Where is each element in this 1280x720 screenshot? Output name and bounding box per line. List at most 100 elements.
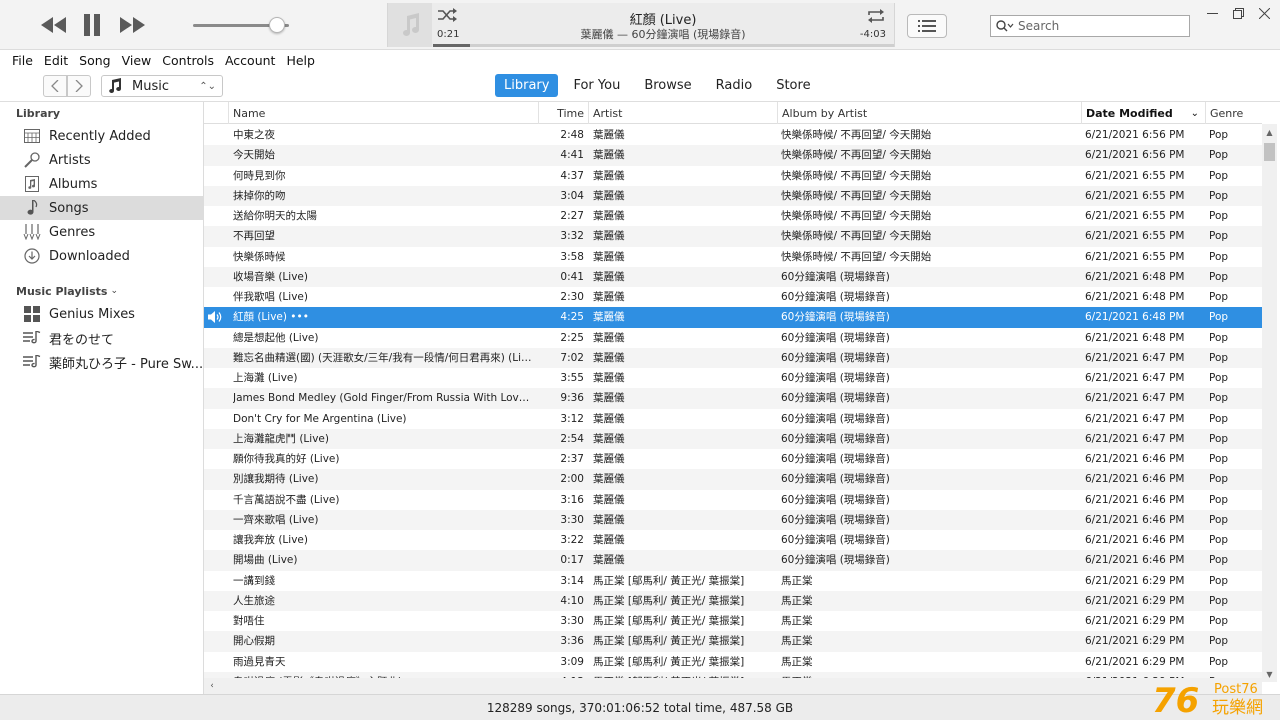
table-row[interactable]: 難忘名曲精選(國) (天涯歌女/三年/我有一段情/何日君再來) (Live) 7… — [204, 347, 1262, 368]
table-row[interactable]: 上海灘 (Live) 3:55 葉麗儀 60分鐘演唱 (現場錄音) 6/21/2… — [204, 368, 1262, 388]
horizontal-scrollbar[interactable]: ‹ — [204, 678, 1262, 694]
next-track-button[interactable] — [116, 12, 148, 38]
table-row[interactable]: 千言萬語說不盡 (Live) 3:16 葉麗儀 60分鐘演唱 (現場錄音) 6/… — [204, 490, 1262, 510]
volume-slider-knob[interactable] — [269, 17, 286, 33]
table-row[interactable]: 一齊來歌唱 (Live) 3:30 葉麗儀 60分鐘演唱 (現場錄音) 6/21… — [204, 509, 1262, 530]
song-name: 別讓我期待 (Live) — [233, 473, 319, 486]
song-album: 60分鐘演唱 (現場錄音) — [781, 493, 890, 506]
song-artist: 葉麗儀 — [593, 169, 625, 182]
menu-help[interactable]: Help — [286, 53, 315, 68]
song-album: 馬正棠 — [781, 615, 813, 627]
back-button[interactable] — [43, 75, 67, 97]
sidebar-item-label: Songs — [49, 200, 89, 216]
column-header-genre[interactable]: Genre — [1205, 102, 1262, 124]
media-type-selector[interactable]: Music ⌃⌄ — [101, 75, 223, 97]
sidebar-item-genius-mixes[interactable]: Genius Mixes — [0, 302, 203, 326]
repeat-icon[interactable] — [866, 8, 886, 27]
tab-library[interactable]: Library — [495, 74, 559, 97]
column-header-album-by-artist[interactable]: Album by Artist — [777, 102, 1081, 124]
table-row[interactable]: 抹掉你的吻 3:04 葉麗儀 快樂係時候/ 不再回望/ 今天開始 6/21/20… — [204, 185, 1262, 206]
song-genre: Pop — [1209, 189, 1229, 202]
scrollbar-thumb[interactable] — [1264, 143, 1275, 161]
sidebar-playlists-header[interactable]: Music Playlists ⌄ — [0, 280, 203, 302]
sidebar-item-playlist[interactable]: 薬師丸ひろ子 - Pure Sw... — [0, 350, 203, 374]
song-name: 抹掉你的吻 — [233, 189, 286, 202]
song-genre: Pop — [1209, 351, 1229, 364]
song-name: 上海灘龍虎鬥 (Live) — [233, 432, 329, 445]
song-date-modified: 6/21/2021 6:46 PM — [1085, 473, 1185, 486]
song-time: 3:55 — [560, 372, 584, 384]
table-header: Name Time Artist Album by Artist Date Mo… — [204, 102, 1262, 124]
menu-edit[interactable]: Edit — [44, 53, 68, 68]
scroll-left-arrow-icon[interactable]: ‹ — [204, 678, 220, 694]
scroll-up-arrow-icon[interactable]: ▲ — [1262, 124, 1277, 140]
sidebar-item-albums[interactable]: Albums — [0, 172, 203, 196]
table-row[interactable]: Don't Cry for Me Argentina (Live) 3:12 葉… — [204, 409, 1262, 429]
table-row[interactable]: 收場音樂 (Live) 0:41 葉麗儀 60分鐘演唱 (現場錄音) 6/21/… — [204, 266, 1262, 287]
table-row[interactable]: 願你待我真的好 (Live) 2:37 葉麗儀 60分鐘演唱 (現場錄音) 6/… — [204, 449, 1262, 469]
menu-view[interactable]: View — [122, 53, 152, 68]
song-artist: 葉麗儀 — [593, 554, 625, 567]
song-time: 4:10 — [560, 594, 584, 607]
song-genre: Pop — [1209, 169, 1229, 182]
search-field[interactable] — [990, 15, 1190, 37]
sidebar-item-genres[interactable]: Genres — [0, 220, 203, 244]
up-next-button[interactable] — [907, 14, 947, 38]
forward-button[interactable] — [67, 75, 91, 97]
table-row[interactable]: 讓我奔放 (Live) 3:22 葉麗儀 60分鐘演唱 (現場錄音) 6/21/… — [204, 530, 1262, 550]
sidebar-item-downloaded[interactable]: Downloaded — [0, 244, 203, 268]
sidebar-item-artists[interactable]: Artists — [0, 148, 203, 172]
song-date-modified: 6/21/2021 6:56 PM — [1085, 129, 1185, 141]
column-header-time[interactable]: Time — [538, 102, 588, 124]
song-name: James Bond Medley (Gold Finger/From Russ… — [233, 392, 533, 405]
tab-browse[interactable]: Browse — [635, 74, 700, 97]
column-header-name[interactable]: Name — [228, 102, 538, 124]
table-row[interactable]: James Bond Medley (Gold Finger/From Russ… — [204, 388, 1262, 409]
table-row[interactable]: 雨過見青天 3:09 馬正棠 [鄔馬利/ 黃正光/ 葉振棠] 馬正棠 6/21/… — [204, 652, 1262, 672]
vertical-scrollbar[interactable]: ▲ ▼ — [1262, 124, 1277, 682]
song-artist: 馬正棠 [鄔馬利/ 黃正光/ 葉振棠] — [593, 615, 745, 627]
minimize-window-button[interactable] — [1200, 4, 1224, 22]
table-row[interactable]: 開心假期 3:36 馬正棠 [鄔馬利/ 黃正光/ 葉振棠] 馬正棠 6/21/2… — [204, 631, 1262, 652]
table-row[interactable]: 總是想起他 (Live) 2:25 葉麗儀 60分鐘演唱 (現場錄音) 6/21… — [204, 328, 1262, 348]
music-note-icon — [22, 199, 42, 217]
song-artist: 葉麗儀 — [593, 270, 625, 283]
song-name: 伴我歌唱 (Live) — [233, 291, 308, 303]
previous-track-button[interactable] — [38, 12, 70, 38]
table-row[interactable]: 快樂係時候 3:58 葉麗儀 快樂係時候/ 不再回望/ 今天開始 6/21/20… — [204, 247, 1262, 267]
table-row[interactable]: 紅顏 (Live) ••• 4:25 葉麗儀 60分鐘演唱 (現場錄音) 6/2… — [204, 307, 1262, 328]
table-row[interactable]: 送給你明天的太陽 2:27 葉麗儀 快樂係時候/ 不再回望/ 今天開始 6/21… — [204, 206, 1262, 226]
table-row[interactable]: 中東之夜 2:48 葉麗儀 快樂係時候/ 不再回望/ 今天開始 6/21/202… — [204, 125, 1262, 145]
tab-store[interactable]: Store — [767, 74, 819, 97]
sidebar-item-playlist[interactable]: 君をのせて — [0, 326, 203, 350]
song-artist: 馬正棠 [鄔馬利/ 黃正光/ 葉振棠] — [593, 655, 745, 668]
table-row[interactable]: 一講到錢 3:14 馬正棠 [鄔馬利/ 黃正光/ 葉振棠] 馬正棠 6/21/2… — [204, 571, 1262, 591]
pause-button[interactable] — [80, 10, 104, 40]
table-row[interactable]: 開場曲 (Live) 0:17 葉麗儀 60分鐘演唱 (現場錄音) 6/21/2… — [204, 550, 1262, 571]
tab-for-you[interactable]: For You — [564, 74, 629, 97]
menu-account[interactable]: Account — [225, 53, 275, 68]
sidebar-item-recently-added[interactable]: Recently Added — [0, 124, 203, 148]
table-row[interactable]: 不再回望 3:32 葉麗儀 快樂係時候/ 不再回望/ 今天開始 6/21/202… — [204, 226, 1262, 247]
maximize-window-button[interactable] — [1226, 4, 1250, 22]
table-row[interactable]: 伴我歌唱 (Live) 2:30 葉麗儀 60分鐘演唱 (現場錄音) 6/21/… — [204, 287, 1262, 307]
table-row[interactable]: 上海灘龍虎鬥 (Live) 2:54 葉麗儀 60分鐘演唱 (現場錄音) 6/2… — [204, 428, 1262, 449]
table-row[interactable]: 今天開始 4:41 葉麗儀 快樂係時候/ 不再回望/ 今天開始 6/21/202… — [204, 145, 1262, 166]
search-input[interactable] — [1018, 19, 1168, 33]
column-header-date-modified[interactable]: Date Modified ⌄ — [1081, 102, 1205, 124]
menu-controls[interactable]: Controls — [162, 53, 214, 68]
table-row[interactable]: 何時見到你 4:37 葉麗儀 快樂係時候/ 不再回望/ 今天開始 6/21/20… — [204, 166, 1262, 186]
column-header-artist[interactable]: Artist — [588, 102, 777, 124]
menu-file[interactable]: File — [12, 53, 33, 68]
table-row[interactable]: 人生旅途 4:10 馬正棠 [鄔馬利/ 黃正光/ 葉振棠] 馬正棠 6/21/2… — [204, 590, 1262, 611]
song-album: 快樂係時候/ 不再回望/ 今天開始 — [781, 189, 932, 202]
close-window-button[interactable] — [1252, 4, 1276, 22]
song-album: 快樂係時候/ 不再回望/ 今天開始 — [781, 250, 932, 263]
tab-radio[interactable]: Radio — [707, 74, 762, 97]
table-row[interactable]: 別讓我期待 (Live) 2:00 葉麗儀 60分鐘演唱 (現場錄音) 6/21… — [204, 469, 1262, 490]
menu-song[interactable]: Song — [79, 53, 110, 68]
table-row[interactable]: 對唔住 3:30 馬正棠 [鄔馬利/ 黃正光/ 葉振棠] 馬正棠 6/21/20… — [204, 611, 1262, 631]
song-date-modified: 6/21/2021 6:47 PM — [1085, 392, 1185, 405]
playback-progress-bar[interactable] — [433, 44, 894, 47]
sidebar-item-songs[interactable]: Songs — [0, 196, 203, 220]
